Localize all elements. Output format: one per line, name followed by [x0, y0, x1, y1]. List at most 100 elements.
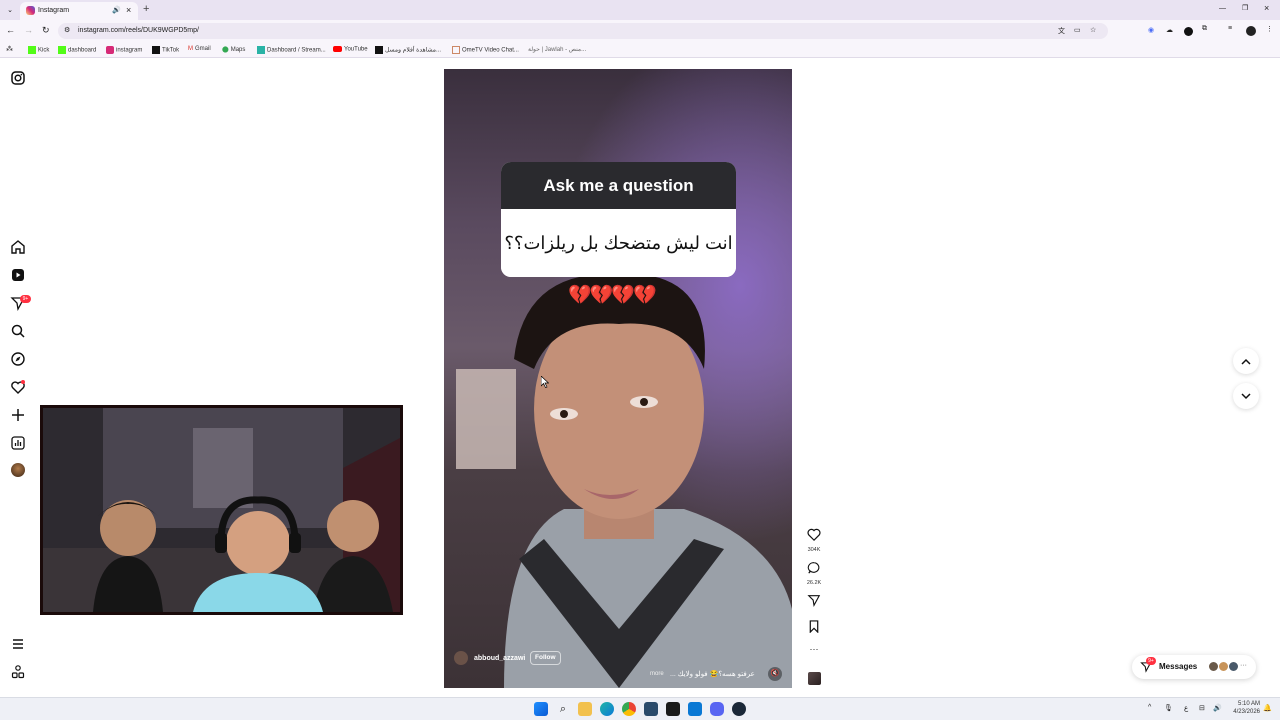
network-icon[interactable]: ⊟ — [1199, 704, 1205, 712]
tab-instagram[interactable]: Instagram 🔊 × — [20, 2, 138, 20]
app-icon[interactable] — [688, 702, 702, 716]
reel-caption: عرفتو هسه؟😂 فولو ولايك ... — [670, 671, 755, 678]
comment-action[interactable]: 26.2K — [800, 561, 828, 586]
close-window-icon[interactable]: × — [1264, 3, 1269, 13]
bookmark-star-icon[interactable]: ☆ — [1090, 26, 1096, 34]
forward-icon[interactable]: → — [24, 25, 33, 35]
bookmark-icon[interactable] — [808, 620, 820, 634]
site-info-icon[interactable]: ⚙ — [64, 26, 70, 34]
file-explorer-icon[interactable] — [578, 702, 592, 716]
kick-icon — [28, 46, 36, 54]
terminal-icon[interactable] — [666, 702, 680, 716]
more-apps-icon[interactable] — [10, 664, 26, 680]
bookmark-movies[interactable]: مشاهدة أفلام ومسل... — [375, 46, 441, 54]
explore-compass-icon[interactable] — [10, 351, 26, 367]
tab-audio-icon[interactable]: 🔊 — [112, 6, 121, 14]
taskbar-search-icon[interactable]: ⌕ — [556, 702, 570, 716]
minimize-icon[interactable]: — — [1219, 5, 1226, 12]
reel-video[interactable]: Ask me a question انت ليش متضحك بل ريلزا… — [444, 69, 792, 688]
create-plus-icon[interactable] — [10, 407, 26, 423]
follow-button[interactable]: Follow — [530, 651, 561, 665]
bookmark-gmail[interactable]: M Gmail — [188, 46, 211, 52]
more-options-icon[interactable]: ··· — [800, 644, 828, 654]
author-avatar[interactable] — [454, 651, 468, 665]
notification-bell-icon[interactable]: 🔔 — [1263, 704, 1272, 712]
tab-search-icon[interactable]: ⌄ — [4, 4, 16, 16]
audio-track[interactable] — [800, 672, 828, 690]
bookmark-stream-dashboard[interactable]: Dashboard / Stream... — [257, 46, 326, 54]
webcam-image — [43, 408, 400, 612]
chrome-menu-icon[interactable]: ⋮ — [1266, 25, 1273, 33]
chevron-up-icon — [1241, 358, 1251, 365]
extension-cloud-icon[interactable]: ☁ — [1166, 26, 1173, 34]
share-icon[interactable] — [807, 594, 821, 607]
bookmark-tiktok[interactable]: TikTok — [152, 46, 179, 54]
apps-icon[interactable]: ⁂ — [6, 45, 13, 53]
next-reel-button[interactable] — [1233, 383, 1259, 409]
reels-icon[interactable] — [10, 267, 26, 283]
mute-icon[interactable]: 🔇 — [768, 667, 782, 681]
tiktok-icon — [152, 46, 160, 54]
address-bar[interactable]: ⚙ instagram.com/reels/DUK9WGPD5mp/ ☆ ▭ 文 — [58, 23, 1108, 39]
cast-icon[interactable]: ▭ — [1074, 26, 1081, 34]
caption-more-link[interactable]: more — [650, 671, 664, 677]
bookmark-youtube[interactable]: YouTube — [333, 46, 368, 53]
share-action[interactable] — [800, 594, 828, 612]
profile-avatar[interactable] — [1246, 26, 1256, 36]
translate-icon[interactable]: 文 — [1058, 26, 1065, 36]
search-icon[interactable] — [10, 323, 26, 339]
ometv-icon — [452, 46, 460, 54]
tray-chevron-icon[interactable]: ^ — [1148, 704, 1151, 711]
like-action[interactable]: 304K — [800, 528, 828, 553]
chrome-icon[interactable] — [622, 702, 636, 716]
messages-button[interactable]: 9+ Messages ··· — [1132, 655, 1256, 679]
author-username[interactable]: abboud_azzawi — [474, 655, 525, 662]
tab-close-icon[interactable]: × — [126, 5, 131, 15]
microphone-icon[interactable]: 🎙 — [1164, 704, 1173, 712]
instagram-logo-icon[interactable] — [10, 70, 26, 86]
clock-date[interactable]: 4/23/2026 — [1228, 709, 1260, 715]
clock-time[interactable]: 5:10 AM — [1232, 701, 1260, 707]
reel-actions: 304K 26.2K ··· — [800, 528, 828, 693]
edge-icon[interactable] — [600, 702, 614, 716]
bookmark-maps[interactable]: ⬤ Maps — [222, 46, 245, 53]
input-language[interactable]: ع — [1184, 704, 1188, 712]
menu-hamburger-icon[interactable] — [10, 636, 26, 652]
start-windows-icon[interactable] — [534, 702, 548, 716]
extension-audio-icon[interactable]: ◉ — [1148, 26, 1154, 34]
dashboard-icon[interactable] — [10, 435, 26, 451]
mouse-cursor-icon — [541, 376, 549, 388]
reload-icon[interactable]: ↻ — [42, 25, 50, 36]
volume-icon[interactable]: 🔊 — [1213, 704, 1222, 712]
comment-icon[interactable] — [807, 561, 821, 574]
tab-groups-icon[interactable]: ≡ — [1228, 25, 1232, 32]
store-icon[interactable] — [644, 702, 658, 716]
bookmark-ometv[interactable]: OmeTV Video Chat... — [452, 46, 519, 54]
question-sticker: Ask me a question انت ليش متضحك بل ريلزا… — [501, 162, 736, 277]
comments-count: 26.2K — [806, 580, 822, 586]
bookmark-kick[interactable]: Kick — [28, 46, 49, 54]
like-heart-icon[interactable] — [807, 528, 821, 541]
steam-icon[interactable] — [732, 702, 746, 716]
broken-hearts-emoji: 💔💔💔💔 — [568, 285, 657, 306]
messages-badge: 9+ — [1146, 657, 1156, 665]
maps-pin-icon: ⬤ — [222, 47, 229, 53]
extensions-puzzle-icon[interactable]: ⧉ — [1202, 25, 1207, 33]
bookmark-jawlah[interactable]: حولة | Jawlah - منص... — [528, 46, 586, 53]
url-text: instagram.com/reels/DUK9WGPD5mp/ — [78, 27, 199, 34]
discord-icon[interactable] — [710, 702, 724, 716]
save-action[interactable] — [800, 620, 828, 638]
restore-icon[interactable]: ❐ — [1242, 4, 1248, 12]
bookmark-instagram[interactable]: instagram — [106, 46, 142, 54]
home-icon[interactable] — [10, 239, 26, 255]
streamer-webcam-overlay — [40, 405, 403, 615]
new-tab-button[interactable]: + — [143, 3, 149, 15]
previous-reel-button[interactable] — [1233, 348, 1259, 374]
profile-avatar[interactable] — [11, 463, 25, 477]
tab-strip — [0, 0, 1280, 20]
notifications-heart-icon[interactable] — [10, 379, 26, 395]
extension-icon[interactable] — [1184, 27, 1193, 36]
back-icon[interactable]: ← — [6, 25, 15, 35]
bookmark-dashboard[interactable]: dashboard — [58, 46, 96, 54]
dashboard-icon — [257, 46, 265, 54]
